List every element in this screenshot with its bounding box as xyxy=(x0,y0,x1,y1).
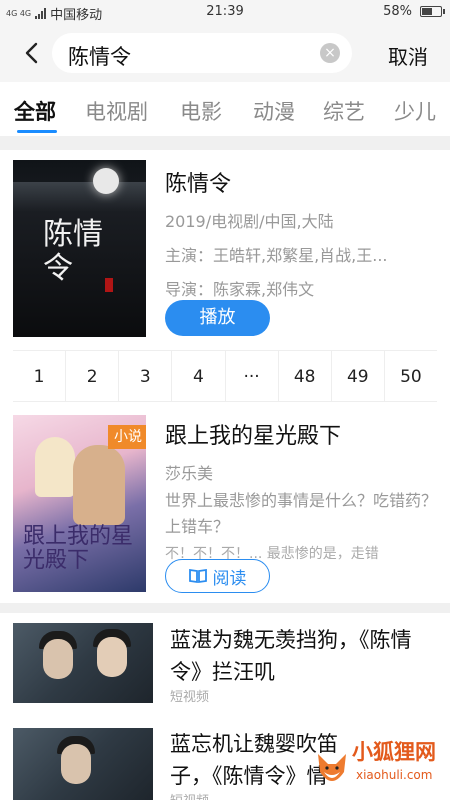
section-divider xyxy=(0,136,450,150)
drama-poster[interactable]: 陈情令 xyxy=(13,160,146,337)
thumb-figure xyxy=(43,639,73,679)
poster-moon xyxy=(93,168,119,194)
novel-description: 世界上最悲惨的事情是什么？吃错药？上错车？ xyxy=(165,491,438,536)
poster-calligraphy: 陈情令 xyxy=(43,217,103,286)
cancel-button[interactable]: 取消 xyxy=(388,41,428,70)
video-title[interactable]: 蓝湛为魏无羡挡狗，《陈情令》拦汪叽 xyxy=(170,624,435,688)
video-type: 短视频 xyxy=(170,790,209,800)
tab-all[interactable]: 全部 xyxy=(14,96,56,126)
clear-icon[interactable]: × xyxy=(320,43,340,63)
episode-item[interactable]: 48 xyxy=(278,350,332,402)
category-tabs: 全部 电视剧 电影 动漫 综艺 少儿 xyxy=(0,82,450,136)
search-input[interactable]: 陈情令 × xyxy=(52,33,352,73)
tab-tv[interactable]: 电视剧 xyxy=(85,96,148,126)
watermark-name: 小狐狸网 xyxy=(352,740,436,764)
tab-movie[interactable]: 电影 xyxy=(180,96,222,126)
section-divider xyxy=(0,603,450,613)
episode-item[interactable]: 50 xyxy=(384,350,437,402)
novel-badge: 小说 xyxy=(108,425,146,449)
episode-item[interactable]: 49 xyxy=(331,350,385,402)
video-type: 短视频 xyxy=(170,690,210,705)
novel-author: 莎乐美 xyxy=(165,464,214,483)
drama-cast: 主演：王皓轩,郑繁星,肖战,王... xyxy=(165,246,388,265)
tab-variety[interactable]: 综艺 xyxy=(323,96,365,126)
thumb-figure xyxy=(61,744,91,784)
episode-item[interactable]: 3 xyxy=(119,350,173,402)
tab-anime[interactable]: 动漫 xyxy=(253,96,295,126)
status-right: 58% xyxy=(383,4,445,19)
episode-item[interactable]: 2 xyxy=(66,350,120,402)
battery-fill xyxy=(422,8,432,15)
episode-item[interactable]: 1 xyxy=(13,350,67,402)
novel-title[interactable]: 跟上我的星光殿下 xyxy=(165,418,341,450)
video-thumbnail[interactable] xyxy=(13,728,153,800)
read-button[interactable]: 阅读 xyxy=(165,559,270,593)
cover-figure xyxy=(73,445,125,525)
tab-active-indicator xyxy=(17,130,57,133)
cover-figure xyxy=(35,437,75,497)
cover-title: 跟上我的星光殿下 xyxy=(23,524,134,573)
status-bar: 4G 4G 中国移动 21:39 58% xyxy=(0,0,450,24)
episode-list: 1 2 3 4 ··· 48 49 50 xyxy=(13,350,437,402)
episode-item[interactable]: 4 xyxy=(172,350,226,402)
book-icon xyxy=(188,568,207,584)
drama-director: 导演：陈家霖,郑伟文 xyxy=(165,280,315,299)
thumb-figure xyxy=(97,637,127,677)
novel-cover[interactable]: 跟上我的星光殿下 小说 xyxy=(13,415,146,592)
video-thumbnail[interactable] xyxy=(13,623,153,703)
poster-seal xyxy=(105,278,113,292)
search-query: 陈情令 xyxy=(68,45,131,69)
site-watermark: 小狐狸网 xiaohuli.com xyxy=(314,730,440,794)
tab-kids[interactable]: 少儿 xyxy=(394,96,436,126)
poster-cloud xyxy=(13,182,146,212)
episode-more[interactable]: ··· xyxy=(225,350,279,402)
play-button[interactable]: 播放 xyxy=(165,300,270,336)
fox-logo-icon xyxy=(318,754,346,781)
search-header: 陈情令 × 取消 xyxy=(0,24,450,82)
back-arrow-icon[interactable] xyxy=(16,38,46,68)
battery-icon xyxy=(420,6,445,17)
drama-meta: 2019/电视剧/中国,大陆 xyxy=(165,212,334,231)
read-label: 阅读 xyxy=(212,568,247,589)
watermark-url: xiaohuli.com xyxy=(356,768,433,782)
drama-title[interactable]: 陈情令 xyxy=(165,166,231,198)
battery-percent: 58% xyxy=(383,4,412,19)
